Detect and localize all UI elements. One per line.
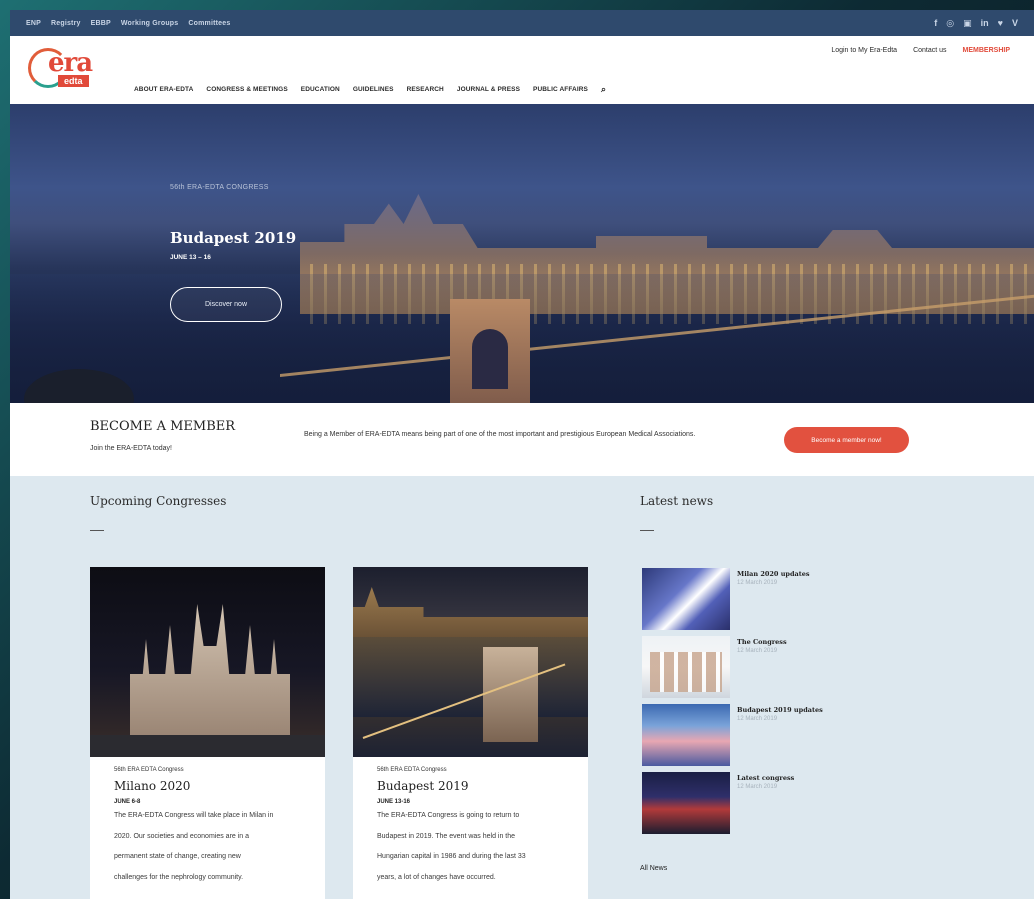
vimeo-icon[interactable]: V: [1012, 18, 1018, 29]
utility-link-registry[interactable]: Registry: [51, 20, 81, 27]
utility-links: ENP Registry EBBP Working Groups Committ…: [26, 20, 230, 27]
utility-link-working-groups[interactable]: Working Groups: [121, 20, 179, 27]
news-date: 12 March 2019: [737, 648, 778, 654]
card-description-line: The ERA-EDTA Congress will take place in…: [114, 812, 274, 819]
news-title[interactable]: Milan 2020 updates: [737, 570, 810, 578]
card-description-line: Hungarian capital in 1986 and during the…: [377, 853, 526, 860]
search-icon[interactable]: ⌕: [601, 84, 606, 95]
utility-bar: ENP Registry EBBP Working Groups Committ…: [10, 10, 1034, 36]
cathedral-shape: [130, 604, 290, 737]
news-date: 12 March 2019: [737, 716, 778, 722]
become-member-button[interactable]: Become a member now!: [784, 427, 909, 453]
nav-guidelines[interactable]: GUIDELINES: [353, 86, 394, 93]
news-thumbnail[interactable]: [642, 568, 730, 630]
section-divider: [90, 530, 104, 531]
flickr-icon[interactable]: ▣: [963, 18, 972, 29]
nav-education[interactable]: EDUCATION: [301, 86, 340, 93]
news-date: 12 March 2019: [737, 580, 778, 586]
card-body: 56th ERA EDTA Congress Budapest 2019 JUN…: [353, 757, 588, 888]
danube-water: [353, 637, 588, 717]
hero-date: JUNE 13 – 16: [170, 254, 211, 261]
hero-title: Budapest 2019: [170, 229, 297, 247]
piazza-ground: [90, 735, 325, 757]
card-title[interactable]: Milano 2020: [114, 779, 301, 793]
linkedin-icon[interactable]: in: [981, 18, 989, 29]
utility-link-ebbp[interactable]: EBBP: [91, 20, 111, 27]
news-date: 12 March 2019: [737, 784, 778, 790]
nav-public-affairs[interactable]: PUBLIC AFFAIRS: [533, 86, 588, 93]
era-edta-logo[interactable]: era edta: [28, 42, 120, 98]
discover-now-button[interactable]: Discover now: [170, 287, 282, 322]
all-news-link[interactable]: All News: [640, 865, 667, 872]
logo-edta-text: edta: [58, 75, 89, 87]
card-title[interactable]: Budapest 2019: [377, 779, 564, 793]
news-thumbnail[interactable]: [642, 636, 730, 698]
nav-research[interactable]: RESEARCH: [407, 86, 444, 93]
nav-about[interactable]: ABOUT ERA-EDTA: [134, 86, 193, 93]
hero-bridge-tower: [450, 299, 530, 403]
latest-news-title: Latest news: [640, 494, 714, 508]
budapest-bridge-image: [353, 567, 588, 757]
instagram-icon[interactable]: ◎: [946, 18, 954, 29]
congress-card-milano[interactable]: 56th ERA EDTA Congress Milano 2020 JUNE …: [90, 567, 325, 899]
card-description-line: 2020. Our societies and economies are in…: [114, 832, 250, 840]
upcoming-congresses-title: Upcoming Congresses: [90, 494, 227, 508]
site-header: era edta Login to My Era-Edta Contact us…: [10, 36, 1034, 120]
member-subtitle: Join the ERA-EDTA today!: [90, 445, 172, 452]
utility-link-enp[interactable]: ENP: [26, 20, 41, 27]
news-title[interactable]: Budapest 2019 updates: [737, 706, 823, 714]
news-item[interactable]: Budapest 2019 updates 12 March 2019: [642, 704, 922, 766]
milano-cathedral-image: [90, 567, 325, 757]
nav-journal-press[interactable]: JOURNAL & PRESS: [457, 86, 520, 93]
browser-page: ENP Registry EBBP Working Groups Committ…: [10, 10, 1034, 899]
card-description-line: challenges for the nephrology community.: [114, 873, 244, 881]
member-title: BECOME A MEMBER: [90, 419, 236, 434]
card-description-line: The ERA-EDTA Congress is going to return…: [377, 812, 520, 819]
bridge-tower-shape: [483, 647, 538, 742]
social-links: f ◎ ▣ in ♥ V: [934, 18, 1018, 29]
news-item[interactable]: Latest congress 12 March 2019: [642, 772, 922, 834]
utility-link-committees[interactable]: Committees: [188, 20, 230, 27]
card-eyebrow: 56th ERA EDTA Congress: [114, 767, 184, 773]
news-item[interactable]: Milan 2020 updates 12 March 2019: [642, 568, 922, 630]
news-thumbnail[interactable]: [642, 772, 730, 834]
hero-banner: 56th ERA-EDTA CONGRESS Budapest 2019 JUN…: [10, 104, 1034, 403]
card-description: The ERA-EDTA Congress will take place in…: [114, 806, 301, 888]
logo-era-text: era: [48, 48, 93, 78]
card-date: JUNE 6-8: [114, 799, 141, 805]
parliament-shape: [353, 587, 588, 637]
news-title[interactable]: The Congress: [737, 638, 787, 646]
card-description-line: permanent state of change, creating new: [114, 853, 241, 860]
news-title[interactable]: Latest congress: [737, 774, 794, 782]
congress-card-budapest[interactable]: 56th ERA EDTA Congress Budapest 2019 JUN…: [353, 567, 588, 899]
section-divider: [640, 530, 654, 531]
card-date: JUNE 13-16: [377, 799, 411, 805]
card-body: 56th ERA EDTA Congress Milano 2020 JUNE …: [90, 757, 325, 888]
facebook-icon[interactable]: f: [934, 18, 937, 29]
main-nav: ABOUT ERA-EDTA CONGRESS & MEETINGS EDUCA…: [134, 84, 606, 95]
card-description-line: years, a lot of changes have occurred.: [377, 873, 496, 881]
card-description: The ERA-EDTA Congress is going to return…: [377, 806, 564, 888]
news-item[interactable]: The Congress 12 March 2019: [642, 636, 922, 698]
member-description: Being a Member of ERA-EDTA means being p…: [304, 431, 696, 438]
nav-congress-meetings[interactable]: CONGRESS & MEETINGS: [206, 86, 287, 93]
hero-eyebrow: 56th ERA-EDTA CONGRESS: [170, 184, 269, 191]
news-thumbnail[interactable]: [642, 704, 730, 766]
become-member-strip: BECOME A MEMBER Join the ERA-EDTA today!…: [10, 403, 1034, 476]
heart-icon[interactable]: ♥: [998, 18, 1003, 29]
card-eyebrow: 56th ERA EDTA Congress: [377, 767, 447, 773]
card-description-line: Budapest in 2019. The event was held in …: [377, 832, 516, 840]
